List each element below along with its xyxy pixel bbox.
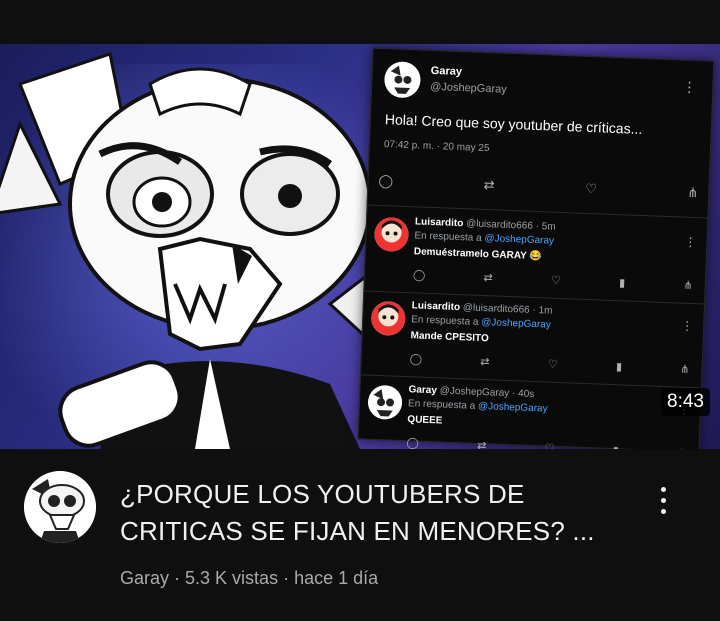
reply-author-name: Luisardito: [414, 216, 464, 230]
reply-author-name: Garay: [408, 384, 438, 397]
upload-age: hace 1 día: [294, 568, 379, 588]
more-vertical-icon: ⋮: [680, 318, 694, 334]
video-thumbnail[interactable]: Garay @JoshepGaray ⋮ Hola! Creo que soy …: [0, 44, 720, 449]
more-vertical-icon: [660, 486, 666, 492]
reply-mention: @JoshepGaray: [484, 233, 555, 247]
tweet-actions: ◯ ⇄ ♡ ⋔: [378, 172, 699, 207]
reply-item: Luisardito @luisardito666 · 5m En respue…: [372, 215, 701, 299]
reply-context: En respuesta a @JoshepGaray: [408, 398, 548, 414]
tweet-text: Hola! Creo que soy youtuber de críticas.…: [384, 111, 643, 137]
reply-avatar: [373, 216, 410, 253]
reply-avatar: [370, 300, 406, 337]
tweet-avatar: [383, 61, 422, 99]
reply-item: Garay @JoshepGaray · 40s En respuesta a …: [366, 383, 695, 449]
share-icon: ⋔: [680, 363, 690, 376]
more-vertical-icon: ⋮: [682, 78, 697, 96]
reply-avatar: [367, 384, 403, 420]
more-vertical-icon: ⋮: [684, 234, 697, 250]
share-icon: ⋔: [687, 184, 699, 201]
channel-avatar[interactable]: [24, 471, 96, 543]
mascot-illustration: [0, 52, 397, 449]
reply-mention: @JoshepGaray: [477, 400, 548, 415]
tweet-time: 07:42 p. m. · 20 may 25: [383, 139, 490, 155]
reply-prefix: En respuesta a: [407, 398, 479, 412]
stats-icon: ▮: [615, 361, 623, 374]
separator: ·: [278, 568, 295, 588]
reply-text: QUEEE: [407, 414, 443, 427]
top-bar: [0, 0, 720, 44]
reply-text: Mande CPESITO: [410, 330, 489, 345]
video-duration-badge: 8:43: [661, 388, 710, 416]
reply-handle: @luisardito666 · 1m: [462, 302, 553, 317]
reply-handle: @luisardito666 · 5m: [465, 218, 556, 233]
stats-icon: ▮: [618, 277, 626, 290]
retweet-icon: ⇄: [483, 272, 493, 285]
share-icon: ⋔: [683, 279, 693, 293]
reply-item: Luisardito @luisardito666 · 1m En respue…: [369, 299, 698, 383]
reply-actions: ◯ ⇄ ♡ ▮ ⋔: [409, 352, 689, 376]
tweet-author-handle: @JoshepGaray: [429, 80, 507, 96]
tweet-header: Garay @JoshepGaray ⋮: [383, 61, 701, 113]
reply-context: En respuesta a @JoshepGaray: [414, 230, 554, 246]
reply-prefix: En respuesta a: [411, 314, 482, 328]
video-title[interactable]: ¿PORQUE LOS YOUTUBERS DE CRITICAS SE FIJ…: [120, 476, 650, 550]
heart-icon: ♡: [584, 180, 598, 197]
channel-name[interactable]: Garay: [120, 568, 169, 588]
reply-author-name: Luisardito: [411, 300, 461, 314]
reply-icon: ◯: [406, 437, 420, 449]
reply-mention: @JoshepGaray: [481, 316, 552, 331]
reply-icon: ◯: [412, 269, 426, 282]
video-metadata: ¿PORQUE LOS YOUTUBERS DE CRITICAS SE FIJ…: [0, 449, 720, 621]
video-subtitle: Garay · 5.3 K vistas · hace 1 día: [120, 568, 378, 589]
retweet-icon: ⇄: [480, 355, 490, 369]
reply-icon: ◯: [409, 353, 423, 366]
reply-icon: ◯: [378, 172, 394, 189]
heart-icon: ♡: [547, 358, 558, 371]
reply-handle: @JoshepGaray · 40s: [439, 385, 535, 401]
heart-icon: ♡: [550, 274, 562, 287]
video-title-line2: CRITICAS SE FIJAN EN MENORES? ...: [120, 516, 595, 546]
reply-context: En respuesta a @JoshepGaray: [411, 314, 551, 330]
retweet-icon: ⇄: [483, 176, 495, 193]
reply-prefix: En respuesta a: [414, 230, 485, 245]
retweet-icon: ⇄: [476, 439, 487, 449]
heart-icon: ♡: [544, 442, 555, 449]
reply-text: Demuéstramelo GARAY 😂: [413, 246, 543, 263]
separator: ·: [169, 568, 186, 588]
more-dot: [660, 497, 666, 503]
reply-actions: ◯ ⇄ ♡ ▮ ⋔: [413, 268, 693, 292]
more-options-button[interactable]: [648, 477, 678, 523]
more-dot: [660, 508, 666, 514]
tweet-author-name: Garay: [430, 64, 463, 79]
reply-actions: ◯ ⇄ ♡ ▮ ⋔: [406, 436, 686, 449]
video-title-line1: ¿PORQUE LOS YOUTUBERS DE: [120, 479, 525, 509]
reply-header: Garay @JoshepGaray · 40s: [408, 384, 534, 400]
view-count: 5.3 K vistas: [185, 568, 279, 588]
